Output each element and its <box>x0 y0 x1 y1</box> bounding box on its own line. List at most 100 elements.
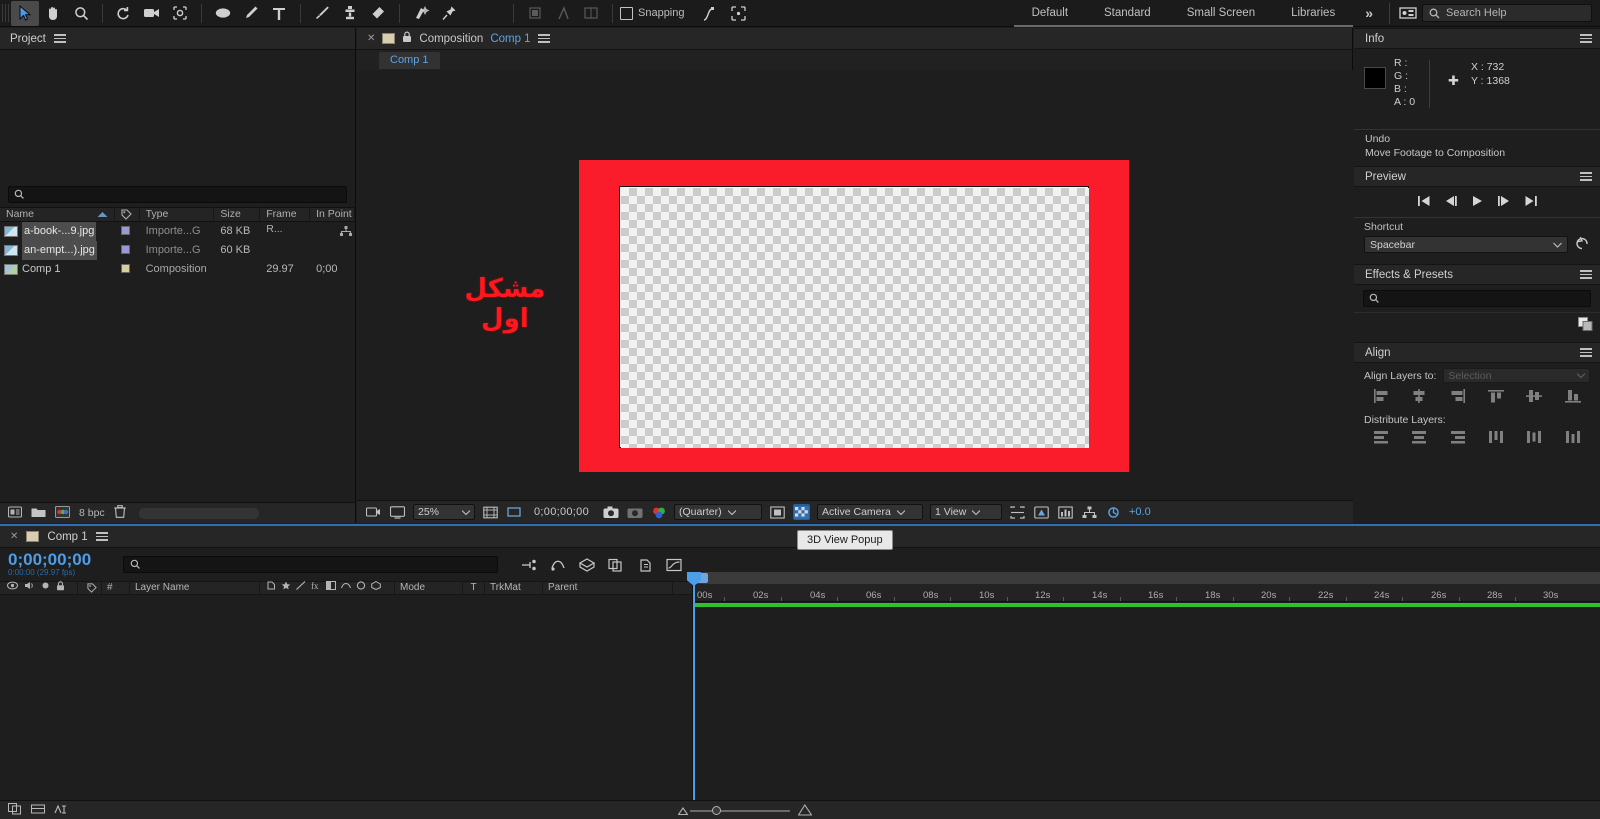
brush-tool[interactable] <box>308 1 336 26</box>
shape-ellipse-tool[interactable] <box>209 1 237 26</box>
toolbar-grip[interactable] <box>2 4 11 22</box>
project-tab-label[interactable]: Project <box>10 33 46 45</box>
eraser-tool[interactable] <box>364 1 392 26</box>
lock-switch-icon[interactable] <box>56 580 65 596</box>
monitor-icon[interactable] <box>389 504 406 520</box>
bit-depth-label[interactable]: 8 bpc <box>79 507 105 519</box>
align-center-horizontal-icon[interactable] <box>1411 389 1427 406</box>
effects-presets-list[interactable] <box>1354 312 1600 338</box>
camera-view-select[interactable]: Active Camera <box>817 504 923 520</box>
align-target-select[interactable]: Selection <box>1443 368 1590 383</box>
draft-3d-icon[interactable] <box>577 556 597 574</box>
align-left-icon[interactable] <box>521 1 549 26</box>
last-frame-icon[interactable] <box>1524 195 1538 210</box>
zoom-tool[interactable] <box>67 1 95 26</box>
table-row[interactable]: Comp 1 Composition 29.97 0;00 <box>0 260 355 279</box>
composition-timecode[interactable]: 0;00;00;00 <box>534 506 589 518</box>
comp-flowchart-icon[interactable] <box>1081 504 1098 520</box>
project-search-input[interactable] <box>8 186 347 203</box>
grid-icon[interactable] <box>577 1 605 26</box>
composition-canvas[interactable] <box>619 186 1089 448</box>
motion-blur-icon[interactable] <box>340 581 352 595</box>
workspace-more-button[interactable]: » <box>1353 5 1385 21</box>
preserve-transparency-header[interactable]: T <box>463 581 485 595</box>
type-tool[interactable] <box>265 1 293 26</box>
resolution-select[interactable]: (Quarter) <box>674 504 762 520</box>
timeline-navigator[interactable] <box>693 572 1600 584</box>
pen-tool[interactable] <box>237 1 265 26</box>
puppet-pin-tool[interactable] <box>435 1 463 26</box>
camera-tool[interactable] <box>138 1 166 26</box>
column-size[interactable]: Size <box>214 207 261 222</box>
snapping-toggle[interactable]: Snapping <box>620 6 685 20</box>
align-center-vertical-icon[interactable] <box>1526 389 1543 406</box>
distribute-horizontal-center-icon[interactable] <box>1526 430 1542 447</box>
pixel-aspect-correction-icon[interactable] <box>1009 504 1026 520</box>
lock-icon[interactable] <box>402 31 412 46</box>
align-menu-icon[interactable] <box>1580 346 1592 359</box>
snapping-checkbox[interactable] <box>620 6 633 20</box>
current-time-indicator[interactable] <box>687 572 701 800</box>
composition-menu-icon[interactable] <box>537 32 550 45</box>
align-right-icon[interactable] <box>1450 389 1466 406</box>
collapse-transform-icon[interactable] <box>281 581 291 595</box>
graph-curve-icon[interactable] <box>697 1 725 26</box>
hide-shy-layers-icon[interactable] <box>54 803 68 818</box>
tab-comp-1[interactable]: Comp 1 <box>379 52 440 69</box>
region-of-interest-icon[interactable] <box>506 504 523 520</box>
table-row[interactable]: an-empt...).jpg Importe...G 60 KB <box>0 241 355 260</box>
grid-guides-icon[interactable] <box>482 504 499 520</box>
timeline-tab-label[interactable]: Comp 1 <box>47 531 87 543</box>
shortcut-select[interactable]: Spacebar <box>1364 236 1568 253</box>
selection-tool[interactable] <box>11 0 39 26</box>
audio-switch-icon[interactable] <box>24 581 35 595</box>
align-left-icon[interactable] <box>1373 389 1389 406</box>
interpret-footage-icon[interactable] <box>7 505 23 521</box>
clone-stamp-tool[interactable] <box>336 1 364 26</box>
distribute-left-icon[interactable] <box>1488 430 1504 447</box>
next-frame-icon[interactable] <box>1497 195 1511 210</box>
timeline-zoom-slider[interactable] <box>678 804 812 816</box>
align-top-icon[interactable] <box>1488 389 1505 406</box>
delete-icon[interactable] <box>113 505 126 521</box>
dotted-box-icon[interactable] <box>725 1 753 26</box>
workspace-libraries[interactable]: Libraries <box>1273 0 1354 27</box>
column-name[interactable]: Name <box>0 207 115 222</box>
exposure-reset-icon[interactable] <box>1105 504 1122 520</box>
effects-presets-menu-icon[interactable] <box>1580 268 1592 281</box>
reset-shortcut-icon[interactable] <box>1575 236 1590 253</box>
effects-presets-search-input[interactable] <box>1363 290 1591 307</box>
timeline-timecode[interactable]: 0;00;00;00 <box>8 551 104 568</box>
new-folder-icon[interactable] <box>31 506 46 521</box>
mode-column-header[interactable]: Mode <box>395 581 463 595</box>
toggle-switches-modes-icon[interactable] <box>8 802 22 818</box>
distribute-vertical-center-icon[interactable] <box>1411 430 1427 447</box>
frame-blend-icon[interactable] <box>326 581 336 595</box>
solo-switch-icon[interactable] <box>41 581 50 595</box>
column-label-color[interactable] <box>115 207 140 222</box>
show-snapshot-icon[interactable] <box>626 504 643 520</box>
effects-icon[interactable]: fx <box>311 581 321 595</box>
distribute-bottom-icon[interactable] <box>1450 430 1466 447</box>
composition-mini-flowchart-icon[interactable] <box>519 556 539 574</box>
timeline-ruler[interactable]: 00s 02s 04s 06s 08s 10s 12s 14s 16s 18s … <box>693 584 1600 602</box>
timeline-layer-list[interactable] <box>0 612 692 800</box>
composition-name[interactable]: Comp 1 <box>490 33 530 45</box>
motion-blur-switch-icon[interactable] <box>548 556 568 574</box>
timeline-menu-icon[interactable] <box>95 530 108 543</box>
new-composition-icon[interactable] <box>55 505 70 521</box>
rotation-tool[interactable] <box>110 1 138 26</box>
quality-icon[interactable] <box>296 581 306 595</box>
distribute-right-icon[interactable] <box>1565 430 1581 447</box>
layer-name-header[interactable]: Layer Name <box>130 581 260 595</box>
close-icon[interactable]: ✕ <box>367 33 375 44</box>
workspace-default[interactable]: Default <box>1013 0 1087 27</box>
project-item-label[interactable] <box>115 260 140 279</box>
fast-preview-icon[interactable] <box>1033 504 1050 520</box>
three-d-layer-icon[interactable] <box>371 580 381 595</box>
project-item-label[interactable] <box>115 241 140 260</box>
exposure-value[interactable]: +0.0 <box>1129 506 1151 518</box>
shy-icon[interactable] <box>266 581 276 595</box>
column-in-point[interactable]: In Point <box>310 207 355 222</box>
hand-tool[interactable] <box>39 1 67 26</box>
